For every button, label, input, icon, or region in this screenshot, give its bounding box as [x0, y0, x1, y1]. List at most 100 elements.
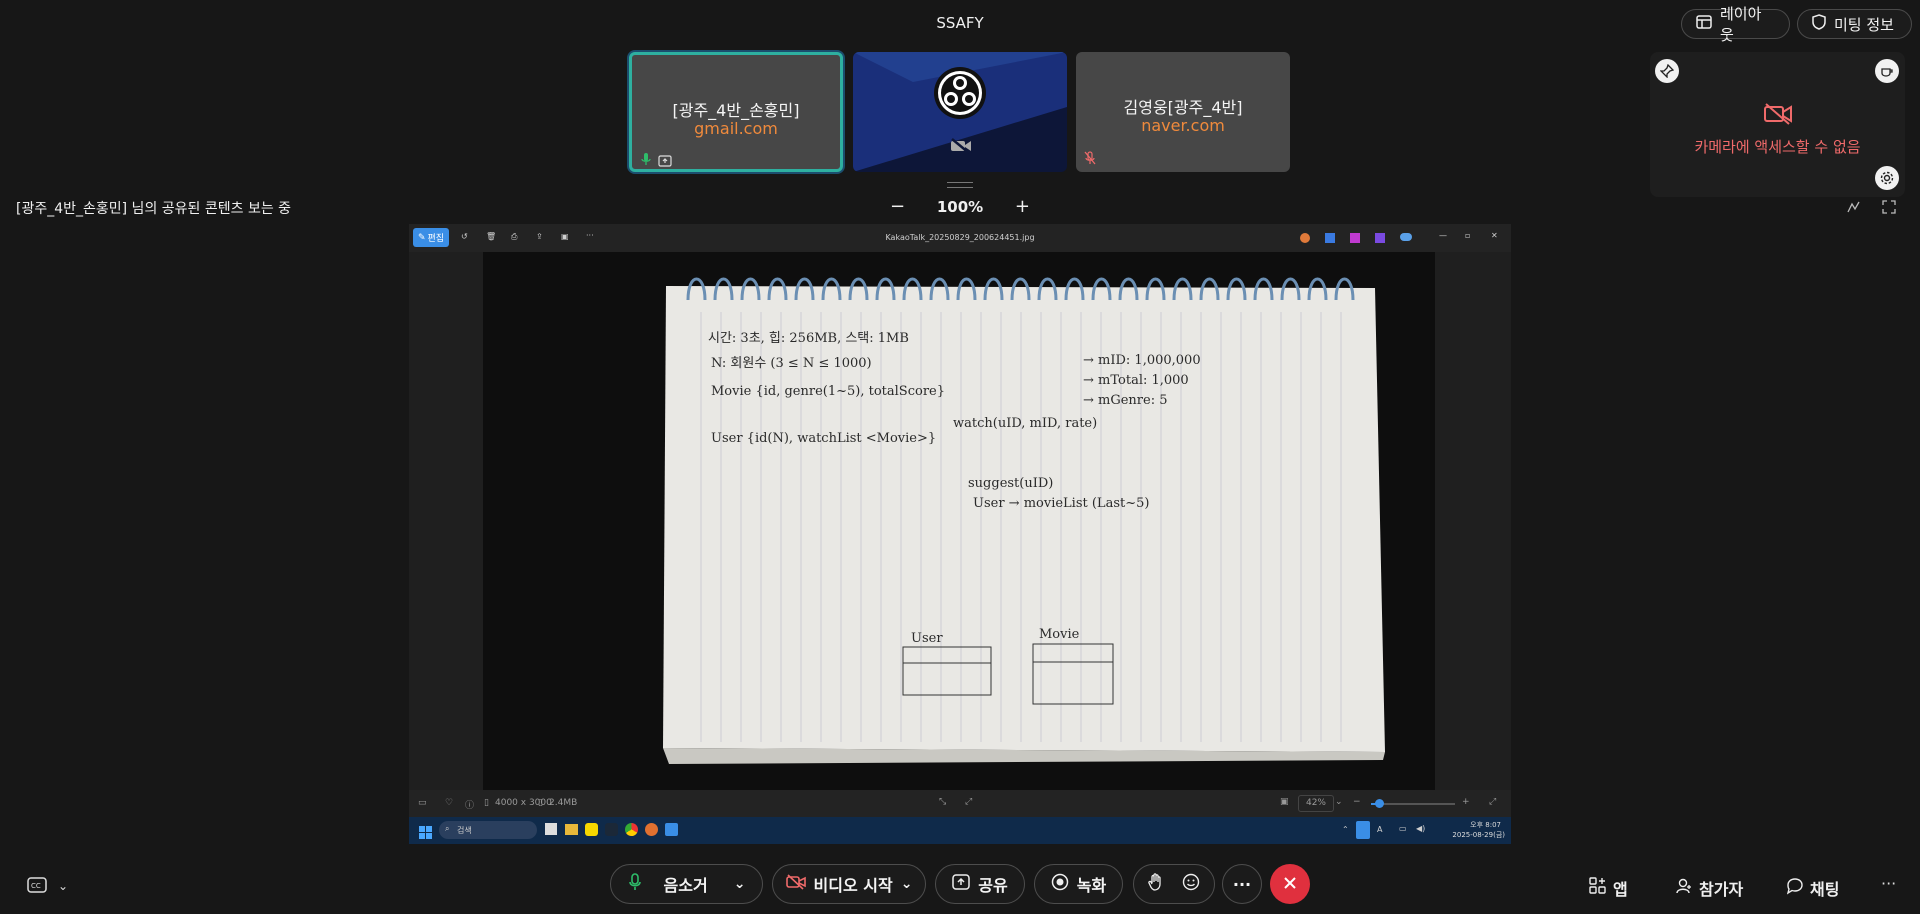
note-line-6: suggest(uID) [968, 476, 1053, 491]
mute-chevron-icon[interactable]: ⌄ [734, 876, 746, 892]
apps-icon [1589, 877, 1607, 899]
participant-name: [광주_4반_손홍민] [672, 101, 800, 120]
meeting-title: SSAFY [936, 14, 984, 32]
apps-button[interactable]: 앱 [1589, 876, 1628, 900]
leave-button[interactable] [1270, 864, 1310, 904]
tray-chevron-icon[interactable]: ⌃ [1342, 825, 1349, 834]
chevron-down-icon[interactable]: ⌄ [1335, 797, 1343, 807]
favorite-icon[interactable]: ♡ [445, 798, 453, 808]
windows-taskbar: ⌕ 검색 ⌃ A ▭ ◀) 오후 8:07 2025-08-29(금) [409, 817, 1511, 844]
share-icon [952, 874, 971, 894]
layout-button[interactable]: 레이아웃 [1681, 5, 1790, 44]
onedrive-icon[interactable] [1400, 233, 1412, 241]
steam-icon[interactable] [605, 823, 618, 836]
meeting-info-button[interactable]: 미팅 정보 [1797, 9, 1912, 39]
record-icon [1051, 873, 1069, 895]
cup-icon[interactable] [1875, 59, 1899, 83]
mic-on-icon [640, 151, 652, 170]
chrome-icon[interactable] [625, 823, 638, 836]
caption-icon[interactable]: CC [27, 877, 47, 897]
settings-icon[interactable] [1875, 166, 1899, 190]
note-line-1: 시간: 3초, 힙: 256MB, 스택: 1MB [708, 331, 909, 346]
mute-button[interactable]: 음소거 ⌄ [610, 864, 763, 904]
apps-label: 앱 [1613, 880, 1628, 899]
share-button[interactable]: 공유 [935, 864, 1025, 904]
video-chevron-icon[interactable]: ⌄ [901, 876, 913, 892]
participant-tile-sonhongmin[interactable]: [광주_4반_손홍민] gmail.com [629, 52, 843, 172]
view-icon[interactable]: ▣ [1280, 797, 1289, 807]
photo-zoom-slider[interactable] [1371, 799, 1455, 808]
photo-zoom-knob[interactable] [1375, 799, 1385, 808]
pin-icon[interactable] [1655, 59, 1679, 83]
photo-zoom-out-icon[interactable]: − [1353, 797, 1361, 807]
info-icon[interactable]: ⓘ [465, 798, 474, 811]
layout-label: 레이아웃 [1720, 5, 1762, 44]
note-right-2: → mTotal: 1,000 [1083, 373, 1189, 388]
copilot-icon[interactable] [1300, 233, 1310, 243]
camera-access-message: 카메라에 액세스할 수 없음 [1694, 138, 1861, 156]
zoom-percent-dropdown[interactable]: 42% [1298, 795, 1334, 812]
designer-icon[interactable] [1325, 233, 1335, 243]
record-button[interactable]: 녹화 [1034, 864, 1123, 904]
volume-icon[interactable]: ◀) [1416, 824, 1425, 833]
obs-logo-icon [933, 66, 987, 124]
photos-app-icon[interactable] [665, 823, 678, 836]
app-icon[interactable] [645, 823, 658, 836]
search-icon: ⌕ [445, 824, 450, 833]
file-explorer-icon[interactable] [565, 824, 578, 835]
zoom-percent: 42% [1305, 798, 1326, 808]
note-movie-box: Movie [1039, 627, 1080, 642]
self-video-preview: 카메라에 액세스할 수 없음 [1650, 52, 1905, 197]
participants-icon [1675, 877, 1693, 899]
hand-icon[interactable] [1148, 873, 1164, 895]
participant-tile-kimyoungwoong[interactable]: 김영웅[광주_4반] naver.com [1076, 52, 1290, 172]
screen-share-icon [658, 152, 672, 171]
zoom-out-button[interactable]: − [890, 196, 905, 217]
caption-chevron-icon[interactable]: ⌄ [58, 879, 68, 893]
start-video-button[interactable]: 비디오 시작 ⌄ [772, 864, 926, 904]
clipchamp-icon[interactable] [1350, 233, 1360, 243]
editor-icon[interactable] [1375, 233, 1385, 243]
chat-button[interactable]: 채팅 [1786, 876, 1839, 900]
note-right-1: → mID: 1,000,000 [1083, 353, 1201, 368]
zoom-in-button[interactable]: + [1015, 196, 1030, 217]
emoji-icon[interactable] [1182, 873, 1200, 895]
taskbar-search-input[interactable]: ⌕ 검색 [439, 821, 537, 839]
tray-mic-icon[interactable] [1356, 821, 1370, 839]
note-line-3: Movie {id, genre(1~5), totalScore} [711, 384, 945, 399]
file-size-icon: ▯ [538, 798, 543, 808]
photo-viewer-titlebar: ✎ 편집 ↺ 🗑 ⎙ ⇪ ▣ ··· KakaoTalk_20250829_200… [409, 224, 1511, 252]
more-icon: ··· [1232, 874, 1252, 894]
close-icon[interactable]: ✕ [1491, 231, 1498, 240]
photo-fullscreen-icon[interactable]: ⤢ [1489, 797, 1496, 807]
meeting-info-label: 미팅 정보 [1834, 15, 1894, 34]
mic-icon [628, 873, 642, 895]
task-view-icon[interactable] [545, 823, 557, 835]
ime-indicator[interactable]: A [1377, 825, 1382, 834]
drag-handle[interactable] [947, 182, 973, 188]
fullscreen-icon[interactable] [1882, 199, 1896, 218]
annotate-icon[interactable] [1847, 199, 1861, 218]
photo-canvas[interactable]: 시간: 3초, 힙: 256MB, 스택: 1MB N: 회원수 (3 ≤ N … [483, 252, 1435, 790]
participants-button[interactable]: 참가자 [1675, 876, 1743, 900]
note-line-5: watch(uID, mID, rate) [953, 416, 1097, 431]
dimensions-icon: ▯ [484, 798, 489, 808]
more-button[interactable]: ··· [1222, 864, 1262, 904]
file-name: KakaoTalk_20250829_200624451.jpg [885, 233, 1035, 242]
overflow-menu-icon[interactable]: ··· [1881, 874, 1896, 893]
fit-icon[interactable]: ⤡ [939, 797, 946, 807]
participant-tile-obs[interactable] [853, 52, 1067, 172]
network-icon[interactable]: ▭ [1399, 824, 1407, 833]
minimize-icon[interactable]: — [1439, 231, 1447, 240]
participants-label: 참가자 [1699, 880, 1744, 899]
note-user-box: User [911, 631, 943, 646]
windows-start-icon[interactable] [419, 824, 432, 843]
maximize-icon[interactable]: ▫ [1465, 231, 1470, 240]
zoom-value: 100% [936, 197, 984, 216]
actual-size-icon[interactable]: ⤢ [965, 797, 972, 807]
image-dimensions: 4000 x 3000 [495, 798, 552, 808]
kakaotalk-icon[interactable] [585, 823, 598, 836]
filmstrip-icon[interactable]: ▭ [418, 798, 427, 808]
chat-label: 채팅 [1810, 880, 1840, 899]
photo-zoom-in-icon[interactable]: + [1462, 797, 1470, 807]
